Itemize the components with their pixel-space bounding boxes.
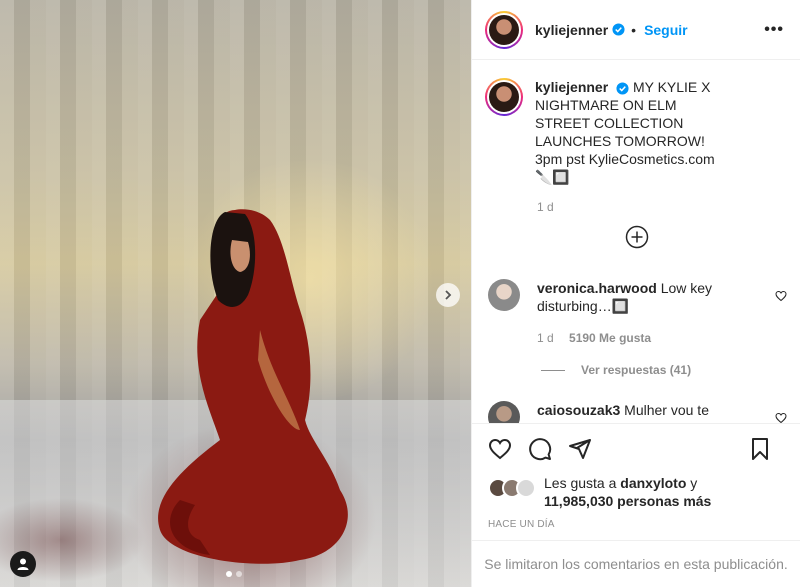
post-photo[interactable] bbox=[0, 0, 471, 587]
post-caption: kyliejenner MY KYLIE X NIGHTMARE ON ELM … bbox=[472, 61, 800, 186]
heart-icon bbox=[488, 438, 512, 459]
caption-author-username[interactable]: kyliejenner bbox=[535, 79, 608, 95]
caption-time: 1 d bbox=[537, 200, 554, 214]
comment-item: veronica.harwood Low key disturbing…🔲 1 … bbox=[488, 279, 788, 347]
comment-item: caiosouzak3 Mulher vou te bbox=[488, 401, 788, 423]
commenter-username[interactable]: caiosouzak3 bbox=[537, 402, 620, 418]
verified-badge-icon bbox=[616, 82, 629, 95]
author-username[interactable]: kyliejenner bbox=[535, 22, 608, 38]
commenter-avatar[interactable] bbox=[488, 279, 520, 311]
comment-time: 1 d bbox=[537, 331, 554, 345]
load-more-comments-icon[interactable] bbox=[625, 225, 649, 249]
view-replies-label: Ver respuestas (41) bbox=[581, 363, 692, 377]
tagged-users-button[interactable] bbox=[10, 551, 36, 577]
comments-limited-notice: Se limitaron los comentarios en esta pub… bbox=[472, 540, 800, 587]
likes-prefix: Les gusta a bbox=[544, 475, 617, 491]
liker-username[interactable]: danxyloto bbox=[620, 475, 686, 491]
carousel-dot-1 bbox=[226, 571, 232, 577]
verified-badge-icon bbox=[612, 23, 625, 36]
commenter-username[interactable]: veronica.harwood bbox=[537, 280, 657, 296]
comments-scroll-area[interactable]: kyliejenner MY KYLIE X NIGHTMARE ON ELM … bbox=[472, 61, 800, 423]
commenter-avatar[interactable] bbox=[488, 401, 520, 423]
share-button[interactable] bbox=[568, 437, 592, 461]
author-avatar[interactable] bbox=[485, 10, 523, 49]
liker-avatar bbox=[516, 478, 536, 498]
more-options-button[interactable]: ••• bbox=[764, 21, 784, 39]
save-button[interactable] bbox=[748, 437, 772, 461]
next-photo-button[interactable] bbox=[436, 283, 460, 307]
carousel-indicator bbox=[226, 571, 242, 577]
comment-bubble-icon bbox=[529, 437, 552, 460]
comment-likes[interactable]: 5190 Me gusta bbox=[569, 331, 651, 345]
likes-connector: y bbox=[690, 475, 698, 491]
paper-plane-icon bbox=[569, 438, 591, 459]
comment-button[interactable] bbox=[528, 437, 552, 461]
separator-dot: • bbox=[631, 21, 637, 38]
bookmark-icon bbox=[752, 437, 768, 460]
post-details-panel: kyliejenner • Seguir ••• kyliejenner MY … bbox=[471, 0, 800, 587]
likes-count[interactable]: 11,985,030 personas más bbox=[544, 493, 711, 509]
like-button[interactable] bbox=[488, 437, 512, 461]
post-actions-bar bbox=[472, 423, 800, 473]
post-header: kyliejenner • Seguir ••• bbox=[472, 0, 800, 60]
caption-author-avatar[interactable] bbox=[485, 78, 523, 116]
photo-subject bbox=[158, 209, 348, 564]
like-comment-heart-icon[interactable] bbox=[775, 412, 787, 423]
comment-text: Mulher vou te bbox=[624, 402, 709, 418]
view-replies-button[interactable]: Ver respuestas (41) bbox=[541, 363, 691, 377]
follow-button[interactable]: Seguir bbox=[644, 22, 688, 38]
likes-summary: Les gusta a danxyloto y 11,985,030 perso… bbox=[488, 474, 784, 510]
carousel-dot-2 bbox=[236, 571, 242, 577]
post-timestamp[interactable]: Hace un día bbox=[488, 519, 555, 530]
liker-avatars[interactable] bbox=[488, 478, 536, 498]
user-icon bbox=[17, 558, 29, 570]
replies-divider bbox=[541, 369, 565, 371]
like-comment-heart-icon[interactable] bbox=[775, 290, 787, 302]
chevron-right-icon bbox=[445, 290, 452, 300]
